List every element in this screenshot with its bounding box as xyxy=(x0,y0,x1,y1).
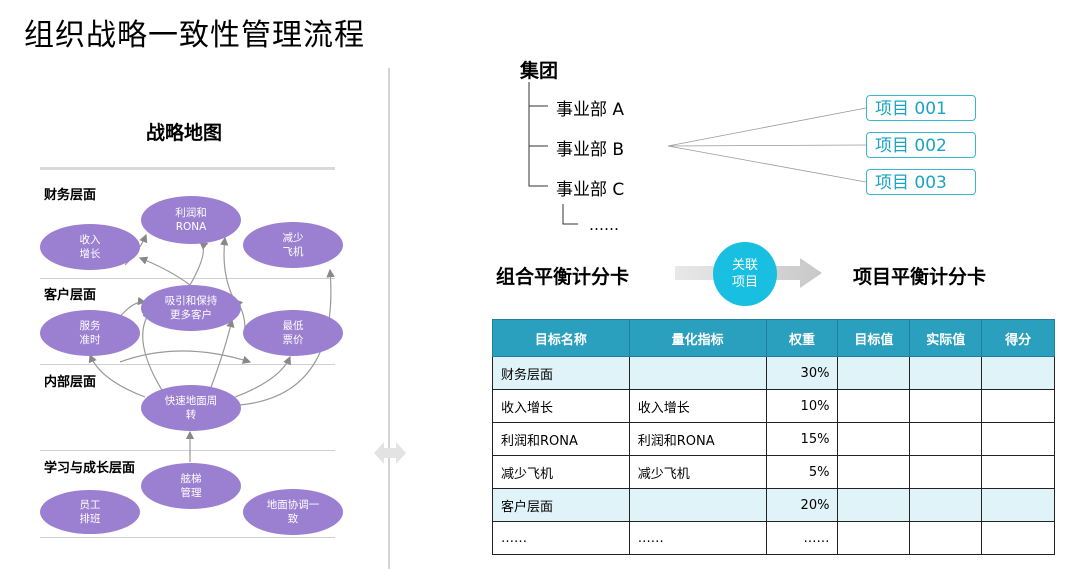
table-cell: 15% xyxy=(765,422,839,456)
portfolio-scorecard-label: 组合平衡计分卡 xyxy=(496,266,630,288)
table-cell: 30% xyxy=(765,356,839,390)
table-cell xyxy=(981,455,1055,489)
table-cell: …… xyxy=(765,521,839,555)
project-box-002: 项目 002 xyxy=(866,132,976,158)
division-a: 事业部 A xyxy=(556,100,625,120)
table-cell xyxy=(909,422,983,456)
table-cell: 客户层面 xyxy=(492,488,630,522)
col-header-objective: 目标名称 xyxy=(492,319,630,357)
table-header-row: 目标名称 量化指标 权重 目标值 实际值 得分 xyxy=(492,319,1055,357)
table-cell: 收入增长 xyxy=(492,389,630,423)
table-cell xyxy=(909,389,983,423)
link-label-line1: 关联 xyxy=(731,258,758,273)
table-cell xyxy=(628,488,767,522)
project-scorecard-label: 项目平衡计分卡 xyxy=(853,266,987,288)
project-box-003: 项目 003 xyxy=(866,169,976,195)
table-cell: …… xyxy=(628,521,767,555)
table-cell: 利润和RONA xyxy=(628,422,767,456)
link-label-line2: 项目 xyxy=(731,275,758,290)
table-cell xyxy=(909,521,983,555)
table-cell: 减少飞机 xyxy=(628,455,767,489)
table-cell xyxy=(837,356,911,390)
division-c: 事业部 C xyxy=(556,180,625,200)
table-cell: 收入增长 xyxy=(628,389,767,423)
scorecard-table: 目标名称 量化指标 权重 目标值 实际值 得分 财务层面 30% 收入增长 收入… xyxy=(492,319,1055,555)
col-header-actual: 实际值 xyxy=(909,319,983,357)
hierarchy-root: 集团 xyxy=(520,60,559,82)
col-header-weight: 权重 xyxy=(765,319,839,357)
division-b: 事业部 B xyxy=(556,140,625,160)
table-row: 收入增长 收入增长 10% xyxy=(492,389,1055,423)
table-cell: 财务层面 xyxy=(492,356,630,390)
table-cell: 减少飞机 xyxy=(492,455,630,489)
col-header-score: 得分 xyxy=(981,319,1055,357)
table-row: 利润和RONA 利润和RONA 15% xyxy=(492,422,1055,456)
table-cell xyxy=(981,488,1055,522)
link-projects-circle: 关联 项目 xyxy=(713,242,777,306)
table-cell xyxy=(909,488,983,522)
project-box-001: 项目 001 xyxy=(866,95,976,121)
table-row: 财务层面 30% xyxy=(492,356,1055,390)
col-header-metric: 量化指标 xyxy=(628,319,767,357)
table-cell xyxy=(628,356,767,390)
table-cell xyxy=(981,521,1055,555)
table-cell xyxy=(981,389,1055,423)
table-cell: 利润和RONA xyxy=(492,422,630,456)
table-cell xyxy=(981,422,1055,456)
table-row: 客户层面 20% xyxy=(492,488,1055,522)
division-ellipsis: …… xyxy=(589,216,619,234)
table-row: 减少飞机 减少飞机 5% xyxy=(492,455,1055,489)
table-cell: …… xyxy=(492,521,630,555)
table-cell xyxy=(981,356,1055,390)
table-cell xyxy=(909,356,983,390)
table-cell: 20% xyxy=(765,488,839,522)
table-cell: 5% xyxy=(765,455,839,489)
table-row: …… …… …… xyxy=(492,521,1055,555)
table-cell xyxy=(837,488,911,522)
table-cell xyxy=(837,521,911,555)
col-header-target: 目标值 xyxy=(837,319,911,357)
table-cell xyxy=(837,422,911,456)
table-cell xyxy=(837,389,911,423)
table-cell xyxy=(837,455,911,489)
table-cell xyxy=(909,455,983,489)
table-cell: 10% xyxy=(765,389,839,423)
